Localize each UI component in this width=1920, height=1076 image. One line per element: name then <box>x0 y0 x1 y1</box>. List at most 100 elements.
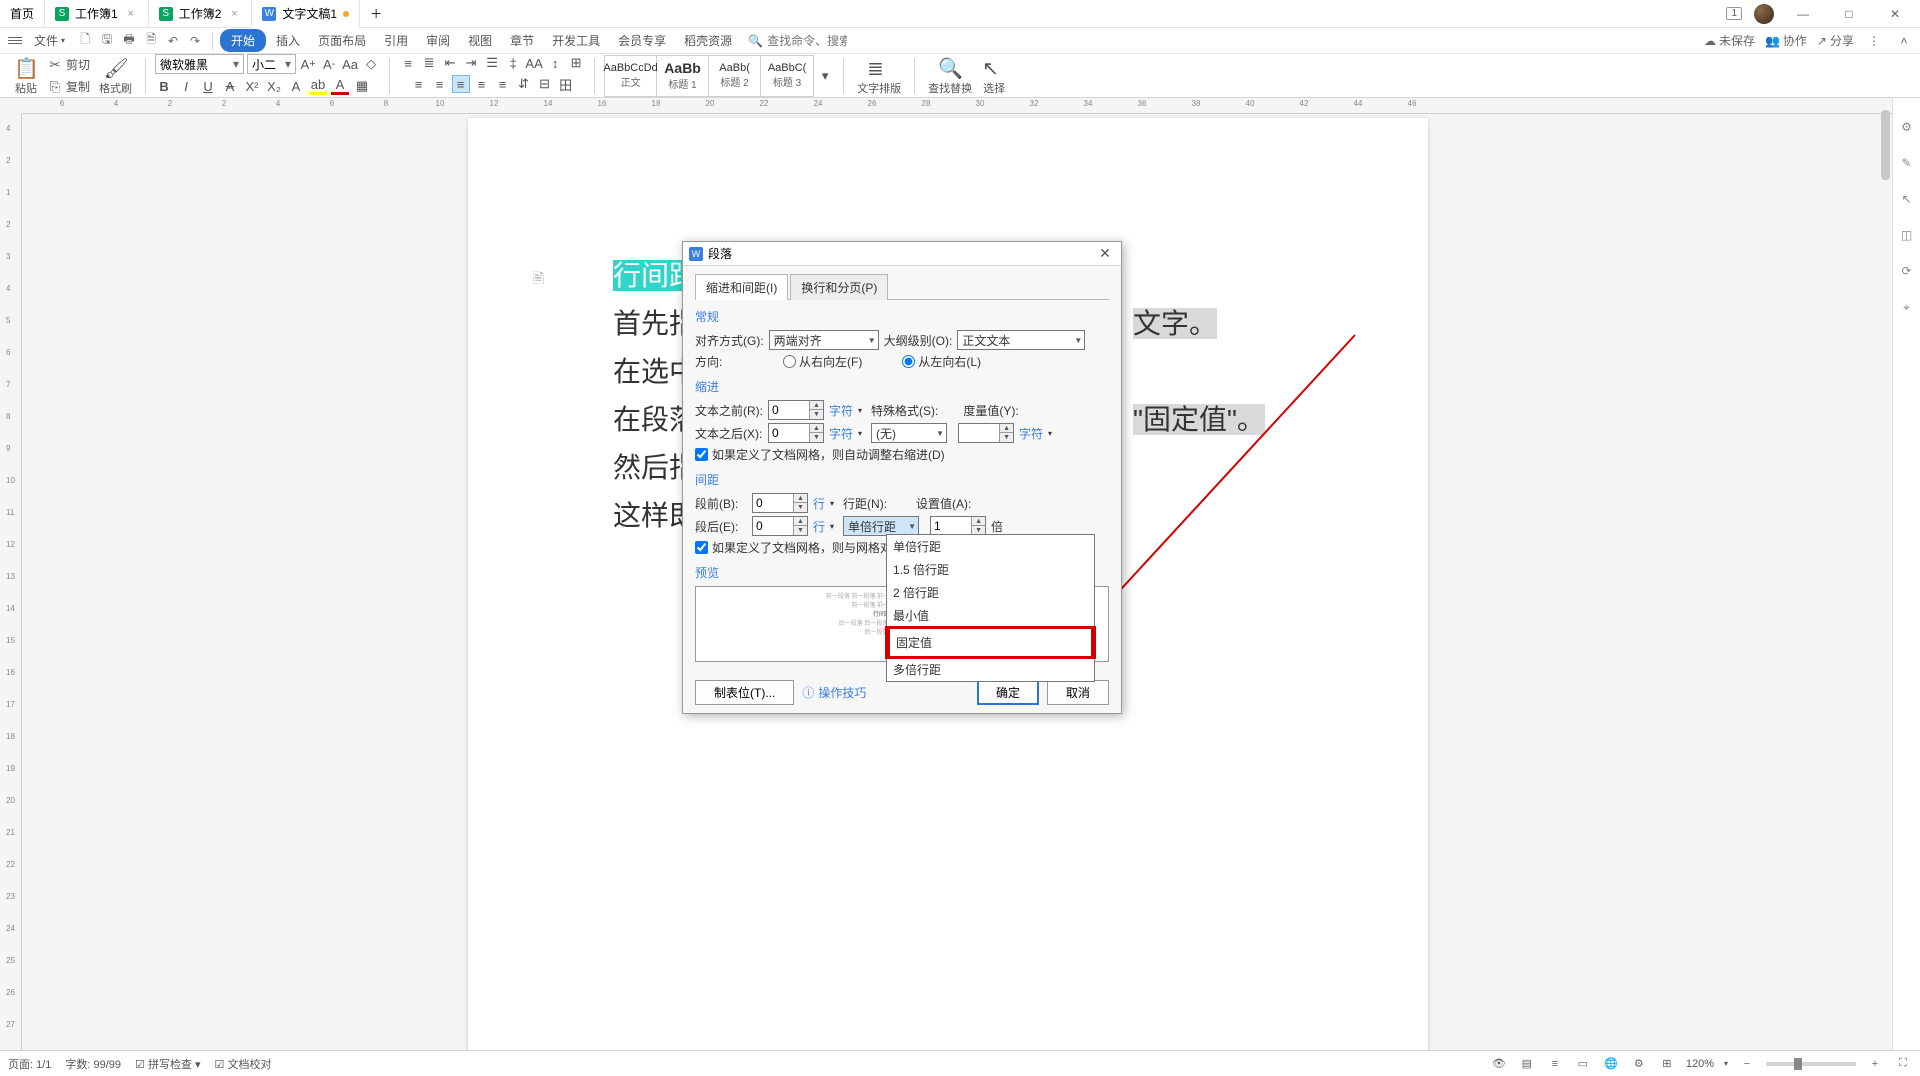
spin-down-icon[interactable]: ▼ <box>810 410 823 419</box>
highlight-button[interactable]: ab <box>309 77 327 95</box>
new-tab-button[interactable]: ＋ <box>360 0 392 28</box>
tab-page-layout[interactable]: 页面布局 <box>310 29 374 52</box>
unit-chars[interactable]: 字符 <box>829 425 853 442</box>
share-button[interactable]: ↗分享 <box>1817 32 1854 49</box>
change-case-icon[interactable]: Aa <box>341 55 359 73</box>
ok-button[interactable]: 确定 <box>977 680 1039 705</box>
grid-adjust-checkbox[interactable]: 如果定义了文档网格，则自动调整右缩进(D) <box>695 446 1109 463</box>
font-size-combo[interactable]: ▾ <box>247 54 296 74</box>
style-heading2[interactable]: AaBb(标题 2 <box>709 56 761 96</box>
zoom-slider[interactable] <box>1766 1062 1856 1066</box>
subscript-button[interactable]: X₂ <box>265 77 283 95</box>
tab-workbook2[interactable]: S 工作簿2 × <box>149 0 253 28</box>
dialog-close-icon[interactable]: ✕ <box>1095 245 1115 262</box>
copy-button[interactable]: ⎘复制 <box>44 76 93 97</box>
sort-button[interactable]: ☰ <box>483 54 501 72</box>
hamburger-icon[interactable] <box>6 33 24 48</box>
para-spacing-button[interactable]: ⇵ <box>515 75 533 93</box>
tab-view[interactable]: 视图 <box>460 29 500 52</box>
align-right-button[interactable]: ≡ <box>473 75 491 93</box>
select-button[interactable]: ↖选择 <box>978 54 1010 98</box>
cancel-button[interactable]: 取消 <box>1047 680 1109 705</box>
paste-button[interactable]: 📋粘贴 <box>10 54 42 98</box>
tab-start[interactable]: 开始 <box>220 29 266 52</box>
set-value-input[interactable] <box>931 519 971 533</box>
after-para-spinner[interactable]: ▲▼ <box>752 516 808 536</box>
spin-down-icon[interactable]: ▼ <box>810 433 823 442</box>
before-para-input[interactable] <box>753 496 793 510</box>
spin-up-icon[interactable]: ▲ <box>972 517 985 526</box>
after-text-input[interactable] <box>769 426 809 440</box>
unit-line[interactable]: 行 <box>813 495 825 512</box>
line-spacing-button[interactable]: ‡ <box>504 54 522 72</box>
tab-member[interactable]: 会员专享 <box>610 29 674 52</box>
tab-stops-button[interactable]: 制表位(T)... <box>695 680 794 705</box>
location-icon[interactable]: ⌖ <box>1898 298 1916 316</box>
font-size-input[interactable] <box>252 57 282 71</box>
dialog-tab-indent[interactable]: 缩进和间距(I) <box>695 274 788 300</box>
text-direction-button[interactable]: ↕ <box>546 54 564 72</box>
align-justify-button[interactable]: ≡ <box>452 75 470 93</box>
measure-input[interactable] <box>959 426 999 440</box>
style-gallery[interactable]: AaBbCcDd正文 AaBb标题 1 AaBb(标题 2 AaBbC(标题 3 <box>604 55 814 97</box>
dialog-titlebar[interactable]: W 段落 ✕ <box>683 242 1121 266</box>
spellcheck-toggle[interactable]: ☑ 拼写检查 ▾ <box>135 1056 201 1072</box>
coop-button[interactable]: 👥协作 <box>1765 32 1807 49</box>
text-layout-button[interactable]: ≣文字排版 <box>853 54 905 98</box>
before-text-input[interactable] <box>769 403 809 417</box>
distribute-button[interactable]: ≡ <box>494 75 512 93</box>
spin-up-icon[interactable]: ▲ <box>794 517 807 526</box>
zoom-in-icon[interactable]: + <box>1866 1055 1884 1073</box>
more-icon[interactable]: ⋮ <box>1864 31 1884 51</box>
qat-print-icon[interactable]: 🖶 <box>119 31 139 51</box>
shading-button[interactable]: ▦ <box>353 77 371 95</box>
horizontal-ruler[interactable]: 6422468101214161820222426283032343638404… <box>22 98 1892 114</box>
close-icon[interactable]: × <box>124 7 138 21</box>
vertical-ruler[interactable]: 4212345678910111213141516171819202122232… <box>0 114 22 1050</box>
tab-developer[interactable]: 开发工具 <box>544 29 608 52</box>
dd-item-fixed[interactable]: 固定值 <box>885 626 1096 659</box>
reading-view-icon[interactable]: ▭ <box>1574 1055 1592 1073</box>
spin-down-icon[interactable]: ▼ <box>794 526 807 535</box>
font-family-input[interactable] <box>160 57 230 71</box>
style-normal[interactable]: AaBbCcDd正文 <box>605 56 657 96</box>
table-button[interactable]: 田 <box>557 75 575 93</box>
outline-combo[interactable]: 正文文本▼ <box>957 330 1085 350</box>
search-input[interactable] <box>767 34 847 48</box>
spin-up-icon[interactable]: ▲ <box>810 401 823 410</box>
qat-save-icon[interactable]: 🖫 <box>97 31 117 51</box>
dialog-tab-pagebreak[interactable]: 换行和分页(P) <box>790 274 888 300</box>
after-text-spinner[interactable]: ▲▼ <box>768 423 824 443</box>
zoom-out-icon[interactable]: − <box>1738 1055 1756 1073</box>
dd-item-minimum[interactable]: 最小值 <box>887 604 1094 627</box>
unit-chars[interactable]: 字符 <box>1019 425 1043 442</box>
file-menu[interactable]: 文件▾ <box>26 29 73 52</box>
tab-workbook1[interactable]: S 工作簿1 × <box>45 0 149 28</box>
navigation-icon[interactable]: ◫ <box>1898 226 1916 244</box>
qat-undo-icon[interactable]: ↶ <box>163 31 183 51</box>
ltr-radio[interactable]: 从左向右(L) <box>902 353 981 370</box>
before-text-spinner[interactable]: ▲▼ <box>768 400 824 420</box>
edit-icon[interactable]: ✎ <box>1898 154 1916 172</box>
bullets-button[interactable]: ≡ <box>399 54 417 72</box>
align-combo[interactable]: 两端对齐▼ <box>769 330 879 350</box>
settings-icon[interactable]: ⚙ <box>1898 118 1916 136</box>
cloud-icon[interactable]: ⟳ <box>1898 262 1916 280</box>
spin-up-icon[interactable]: ▲ <box>1000 424 1013 433</box>
close-icon[interactable]: × <box>227 7 241 21</box>
dd-item-multiple[interactable]: 多倍行距 <box>887 658 1094 681</box>
line-spacing-combo[interactable]: 单倍行距▼ <box>843 516 919 536</box>
tab-insert[interactable]: 插入 <box>268 29 308 52</box>
font-effect-button[interactable]: A <box>287 77 305 95</box>
spin-up-icon[interactable]: ▲ <box>794 494 807 503</box>
bold-button[interactable]: B <box>155 77 173 95</box>
settings-icon[interactable]: ⚙ <box>1630 1055 1648 1073</box>
reveal-button[interactable]: AA <box>525 54 543 72</box>
tab-home[interactable]: 首页 <box>0 0 45 28</box>
avatar[interactable] <box>1754 4 1774 24</box>
unsaved-indicator[interactable]: ☁未保存 <box>1704 32 1755 49</box>
spin-up-icon[interactable]: ▲ <box>810 424 823 433</box>
before-para-spinner[interactable]: ▲▼ <box>752 493 808 513</box>
underline-button[interactable]: U <box>199 77 217 95</box>
spin-down-icon[interactable]: ▼ <box>1000 433 1013 442</box>
